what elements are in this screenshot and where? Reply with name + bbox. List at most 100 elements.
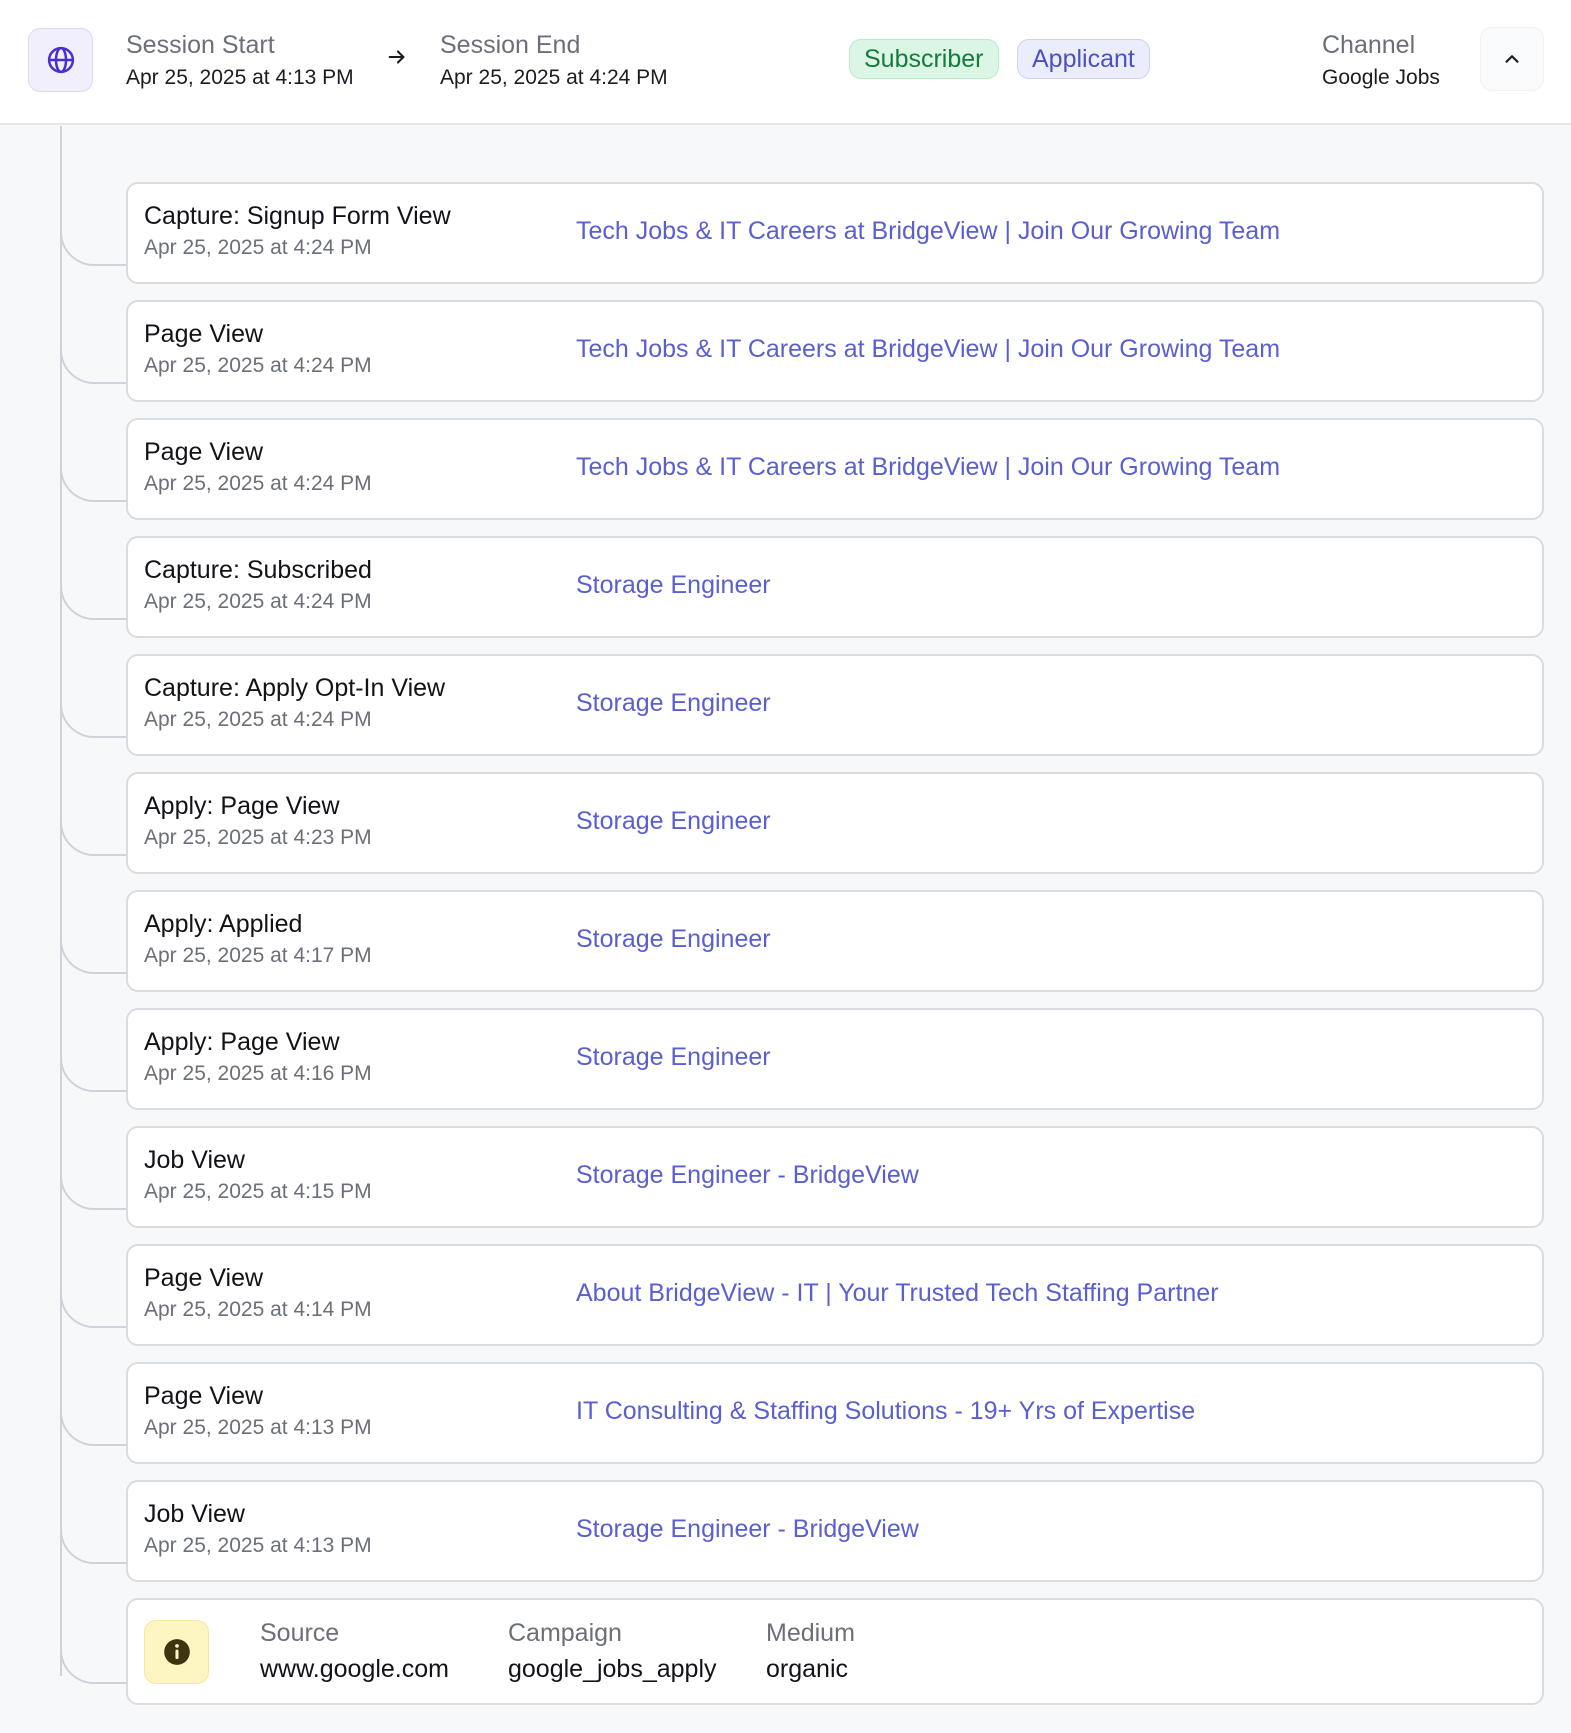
event-card: Apply: Page View Apr 25, 2025 at 4:16 PM…	[126, 1008, 1544, 1110]
event-page-link[interactable]: About BridgeView - IT | Your Trusted Tec…	[576, 1279, 1219, 1308]
event-time: Apr 25, 2025 at 4:24 PM	[144, 590, 372, 613]
event-title: Page View	[144, 438, 264, 466]
campaign-field: Campaign google_jobs_apply	[508, 1618, 717, 1684]
event-page-link[interactable]: Tech Jobs & IT Careers at BridgeView | J…	[576, 217, 1280, 246]
event-time: Apr 25, 2025 at 4:24 PM	[144, 472, 372, 495]
event-time: Apr 25, 2025 at 4:13 PM	[144, 1416, 372, 1439]
event-title: Job View	[144, 1500, 245, 1528]
channel-label: Channel	[1322, 31, 1416, 59]
event-row: Capture: Apply Opt-In View Apr 25, 2025 …	[0, 654, 1571, 772]
event-page-link[interactable]: Storage Engineer - BridgeView	[576, 1161, 919, 1190]
event-row: Page View Apr 25, 2025 at 4:24 PM Tech J…	[0, 418, 1571, 536]
event-card: Apply: Page View Apr 25, 2025 at 4:23 PM…	[126, 772, 1544, 874]
source-card: Source www.google.com Campaign google_jo…	[126, 1598, 1544, 1705]
timeline-connector	[60, 1362, 126, 1446]
event-page-link[interactable]: Tech Jobs & IT Careers at BridgeView | J…	[576, 335, 1280, 364]
timeline-connector	[60, 772, 126, 856]
event-card: Apply: Applied Apr 25, 2025 at 4:17 PM S…	[126, 890, 1544, 992]
event-row: Job View Apr 25, 2025 at 4:15 PM Storage…	[0, 1126, 1571, 1244]
timeline-connector	[60, 1244, 126, 1328]
campaign-value: google_jobs_apply	[508, 1655, 717, 1683]
event-row: Capture: Subscribed Apr 25, 2025 at 4:24…	[0, 536, 1571, 654]
event-time: Apr 25, 2025 at 4:23 PM	[144, 826, 372, 849]
event-row: Apply: Page View Apr 25, 2025 at 4:23 PM…	[0, 772, 1571, 890]
event-time: Apr 25, 2025 at 4:24 PM	[144, 354, 372, 377]
event-title: Page View	[144, 1382, 264, 1410]
event-title: Apply: Page View	[144, 1028, 340, 1056]
event-time: Apr 25, 2025 at 4:17 PM	[144, 944, 372, 967]
channel-value: Google Jobs	[1322, 66, 1440, 89]
event-time: Apr 25, 2025 at 4:24 PM	[144, 236, 372, 259]
event-page-link[interactable]: Storage Engineer	[576, 689, 771, 718]
channel: Channel Google Jobs	[1322, 30, 1440, 93]
arrow-right-icon	[388, 50, 405, 64]
timeline-connector	[60, 300, 126, 384]
event-row: Page View Apr 25, 2025 at 4:14 PM About …	[0, 1244, 1571, 1362]
event-time: Apr 25, 2025 at 4:13 PM	[144, 1534, 372, 1557]
timeline-connector	[60, 890, 126, 974]
source-label: Source	[260, 1619, 340, 1647]
timeline-connector	[60, 1126, 126, 1210]
event-row: Capture: Signup Form View Apr 25, 2025 a…	[0, 182, 1571, 300]
medium-value: organic	[766, 1655, 848, 1683]
timeline-connector	[60, 1480, 126, 1564]
event-time: Apr 25, 2025 at 4:15 PM	[144, 1180, 372, 1203]
applicant-badge: Applicant	[1017, 39, 1150, 79]
event-time: Apr 25, 2025 at 4:16 PM	[144, 1062, 372, 1085]
event-page-link[interactable]: Storage Engineer	[576, 807, 771, 836]
session-start: Session Start Apr 25, 2025 at 4:13 PM	[126, 30, 354, 93]
event-card: Page View Apr 25, 2025 at 4:14 PM About …	[126, 1244, 1544, 1346]
event-page-link[interactable]: Storage Engineer - BridgeView	[576, 1515, 919, 1544]
event-list: Capture: Signup Form View Apr 25, 2025 a…	[0, 182, 1571, 1598]
event-row: Job View Apr 25, 2025 at 4:13 PM Storage…	[0, 1480, 1571, 1598]
event-card: Job View Apr 25, 2025 at 4:13 PM Storage…	[126, 1480, 1544, 1582]
event-row: Page View Apr 25, 2025 at 4:13 PM IT Con…	[0, 1362, 1571, 1480]
campaign-label: Campaign	[508, 1619, 622, 1647]
channel-icon-box	[28, 28, 93, 92]
session-end-label: Session End	[440, 31, 581, 59]
event-row: Apply: Page View Apr 25, 2025 at 4:16 PM…	[0, 1008, 1571, 1126]
session-start-value: Apr 25, 2025 at 4:13 PM	[126, 66, 354, 89]
event-title: Apply: Applied	[144, 910, 303, 938]
session-start-label: Session Start	[126, 31, 275, 59]
session-end: Session End Apr 25, 2025 at 4:24 PM	[440, 30, 668, 93]
timeline-connector	[60, 418, 126, 502]
event-card: Job View Apr 25, 2025 at 4:15 PM Storage…	[126, 1126, 1544, 1228]
timeline-connector	[60, 536, 126, 620]
info-icon	[163, 1639, 190, 1665]
timeline-connector	[60, 1008, 126, 1092]
timeline-connector	[60, 1598, 126, 1684]
event-card: Page View Apr 25, 2025 at 4:24 PM Tech J…	[126, 418, 1544, 520]
event-page-link[interactable]: Tech Jobs & IT Careers at BridgeView | J…	[576, 453, 1280, 482]
source-field: Source www.google.com	[260, 1618, 449, 1684]
session-header: Session Start Apr 25, 2025 at 4:13 PM Se…	[0, 0, 1571, 125]
event-page-link[interactable]: IT Consulting & Staffing Solutions - 19+…	[576, 1397, 1195, 1426]
subscriber-badge: Subscriber	[849, 39, 999, 79]
event-title: Job View	[144, 1146, 245, 1174]
event-title: Capture: Apply Opt-In View	[144, 674, 446, 702]
info-icon-box	[144, 1620, 209, 1684]
medium-field: Medium organic	[766, 1618, 855, 1684]
event-time: Apr 25, 2025 at 4:14 PM	[144, 1298, 372, 1321]
event-page-link[interactable]: Storage Engineer	[576, 571, 771, 600]
event-row: Page View Apr 25, 2025 at 4:24 PM Tech J…	[0, 300, 1571, 418]
session-end-value: Apr 25, 2025 at 4:24 PM	[440, 66, 668, 89]
globe-icon	[47, 46, 74, 74]
medium-label: Medium	[766, 1619, 855, 1647]
event-title: Apply: Page View	[144, 792, 340, 820]
event-title: Capture: Subscribed	[144, 556, 372, 584]
event-page-link[interactable]: Storage Engineer	[576, 1043, 771, 1072]
timeline-connector	[60, 182, 126, 266]
event-card: Capture: Signup Form View Apr 25, 2025 a…	[126, 182, 1544, 284]
event-card: Capture: Subscribed Apr 25, 2025 at 4:24…	[126, 536, 1544, 638]
event-time: Apr 25, 2025 at 4:24 PM	[144, 708, 372, 731]
event-card: Page View Apr 25, 2025 at 4:24 PM Tech J…	[126, 300, 1544, 402]
event-card: Capture: Apply Opt-In View Apr 25, 2025 …	[126, 654, 1544, 756]
event-page-link[interactable]: Storage Engineer	[576, 925, 771, 954]
collapse-button[interactable]	[1480, 27, 1544, 91]
event-row: Apply: Applied Apr 25, 2025 at 4:17 PM S…	[0, 890, 1571, 1008]
chevron-up-icon	[1505, 55, 1519, 63]
event-title: Page View	[144, 320, 264, 348]
event-card: Page View Apr 25, 2025 at 4:13 PM IT Con…	[126, 1362, 1544, 1464]
event-title: Page View	[144, 1264, 264, 1292]
